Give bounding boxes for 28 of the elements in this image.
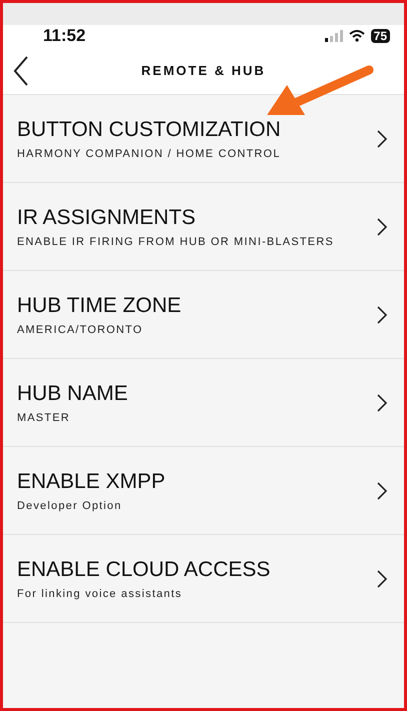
row-subtitle: Developer Option [17,500,123,512]
wifi-icon [348,30,365,42]
status-time: 11:52 [43,26,87,46]
chevron-icon [376,392,388,412]
chevron-icon [376,128,388,148]
settings-row[interactable]: ENABLE CLOUD ACCESS For linking voice assistants [3,535,404,623]
row-title: HUB TIME ZONE [17,294,182,318]
battery-level: 75 [370,29,390,43]
row-subtitle: ENABLE IR FIRING FROM HUB OR MINI-BLASTERS [17,236,335,248]
settings-row[interactable]: ENABLE XMPP Developer Option [3,447,404,535]
settings-row[interactable]: HUB TIME ZONE AMERICA/TORONTO [3,271,404,359]
row-title: ENABLE XMPP [17,470,166,494]
row-subtitle: MASTER [17,412,72,424]
row-title: BUTTON CUSTOMIZATION [17,118,282,142]
chevron-icon [376,480,388,500]
chevron-icon [376,304,388,324]
screen-title: REMOTE & HUB [140,63,267,78]
chevron-icon [376,568,388,588]
row-subtitle: HARMONY COMPANION / HOME CONTROL [17,148,282,160]
settings-row[interactable]: IR ASSIGNMENTS ENABLE IR FIRING FROM HUB OR MINI-BLASTERS [3,183,404,271]
row-title: HUB NAME [17,382,129,406]
signal-icon [324,30,343,42]
settings-row[interactable]: HUB NAME MASTER [3,359,404,447]
row-subtitle: AMERICA/TORONTO [17,324,144,336]
chevron-icon [376,216,388,236]
row-subtitle: For linking voice assistants [17,588,184,600]
row-title: IR ASSIGNMENTS [17,206,197,230]
row-title: ENABLE CLOUD ACCESS [17,558,272,582]
